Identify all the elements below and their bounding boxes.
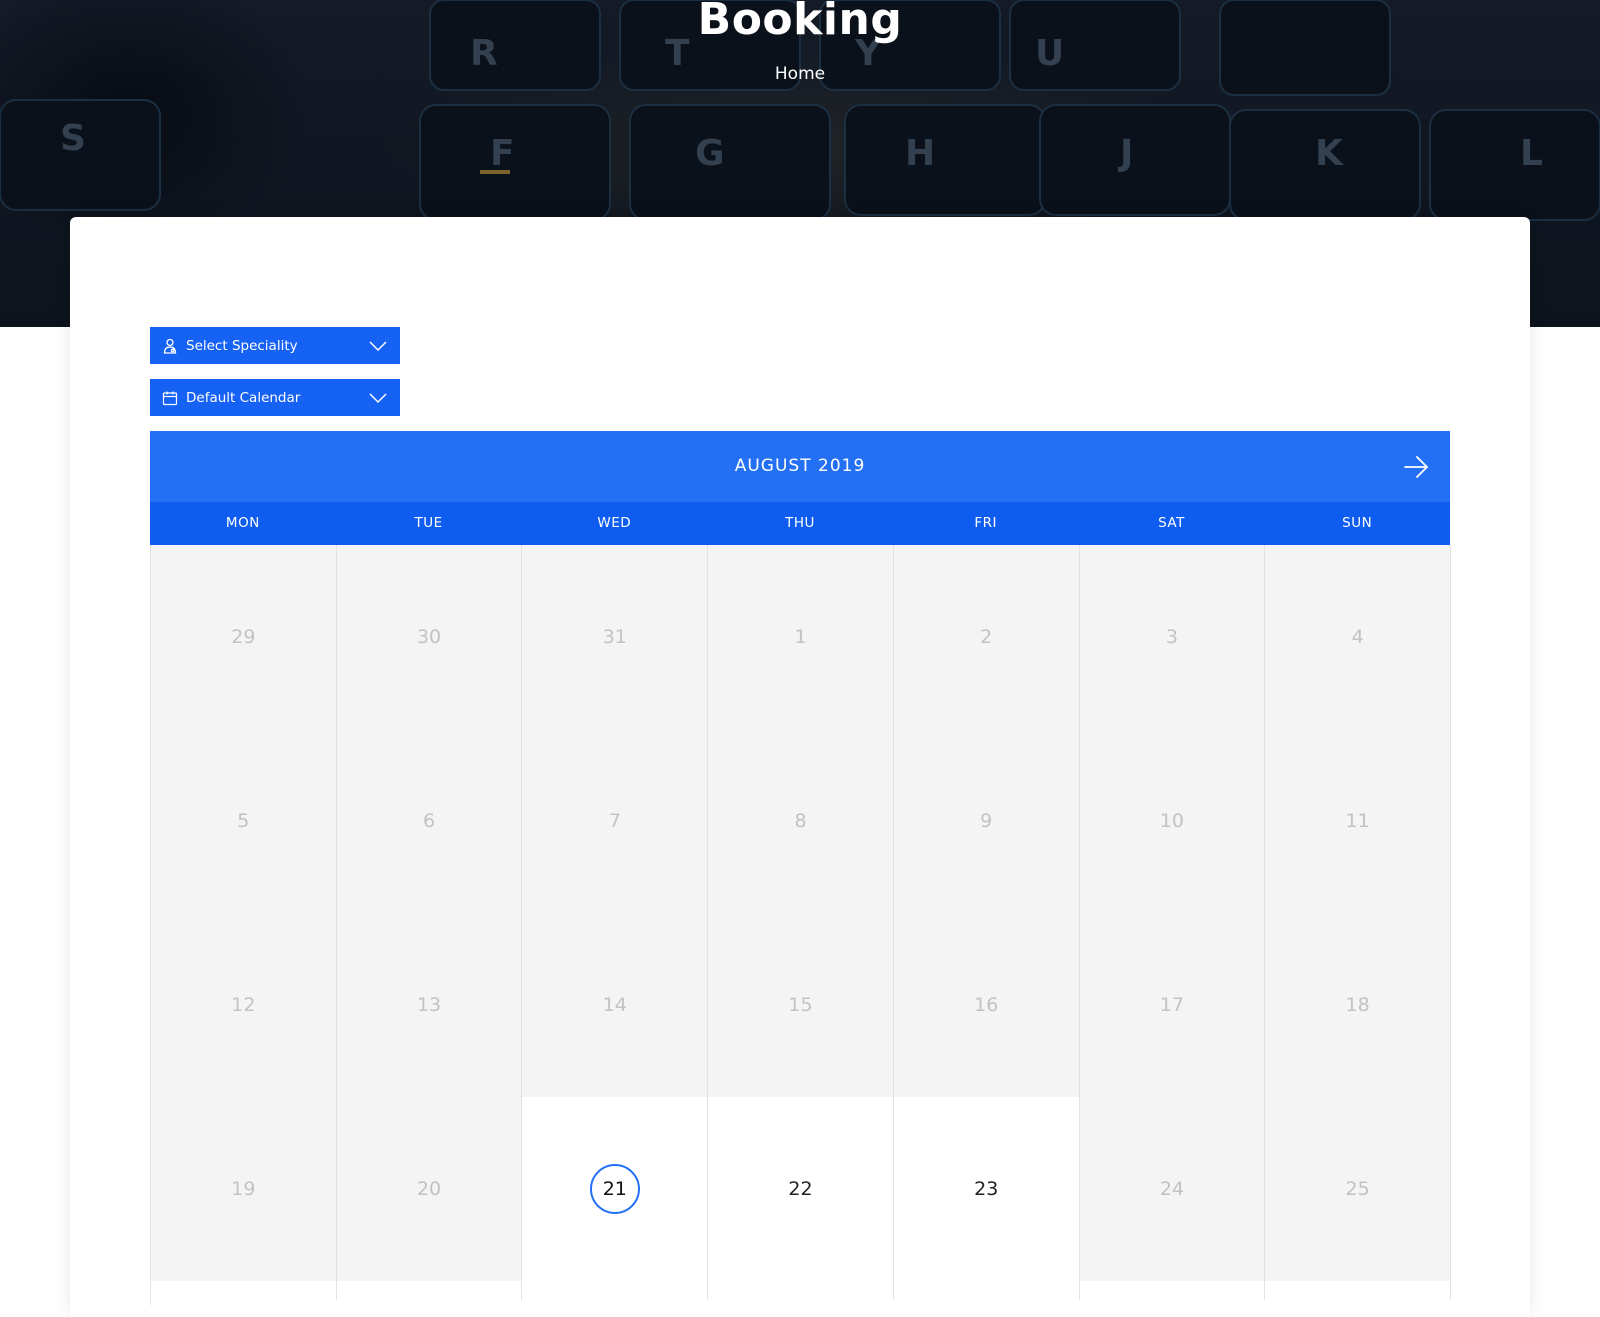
calendar-select[interactable]: Default Calendar (150, 379, 400, 416)
calendar-day-number: 9 (980, 810, 993, 832)
calendar-day-number: 21 (589, 1164, 640, 1214)
calendar-day-cell: 6 (336, 729, 523, 913)
weekday-sat: SAT (1158, 515, 1185, 531)
chevron-down-icon (368, 388, 388, 408)
calendar-day-number: 16 (974, 994, 999, 1016)
calendar-day-cell: 1 (708, 545, 894, 729)
calendar-day-cell: 18 (1265, 913, 1451, 1097)
calendar-day-cell[interactable] (708, 1281, 894, 1300)
calendar-day-cell: 31 (522, 545, 709, 729)
calendar-day-cell: 12 (151, 913, 337, 1097)
calendar-header: AUGUST 2019 (150, 431, 1450, 502)
page-title: Booking (697, 0, 903, 45)
calendar-day-cell: 11 (1265, 729, 1451, 913)
calendar-day-number: 3 (1165, 626, 1178, 648)
calendar-day-cell: 19 (151, 1097, 337, 1281)
calendar-day-number: 18 (1345, 994, 1370, 1016)
calendar-day-cell[interactable]: 23 (893, 1097, 1080, 1281)
weekday-fri: FRI (974, 515, 998, 531)
calendar-next-week-row (150, 1281, 1451, 1300)
calendar-day-number: 10 (1159, 810, 1185, 832)
calendar-day-number: 7 (608, 810, 621, 832)
calendar-day-number: 25 (1345, 1178, 1370, 1200)
calendar-day-number: 12 (231, 994, 256, 1016)
calendar-day-number: 29 (231, 626, 256, 648)
calendar-day-cell: 9 (893, 729, 1080, 913)
weekday-sun: SUN (1342, 515, 1373, 531)
calendar-day-cell: 8 (708, 729, 894, 913)
calendar-day-number: 24 (1159, 1178, 1185, 1200)
chevron-down-icon (368, 336, 388, 356)
calendar-day-cell[interactable] (336, 1281, 523, 1300)
calendar-day-number: 8 (794, 810, 807, 832)
calendar-day-number: 31 (602, 626, 627, 648)
weekday-wed: WED (597, 515, 632, 531)
calendar-day-cell[interactable] (522, 1281, 709, 1300)
weekday-thu: THU (785, 515, 815, 531)
calendar-day-cell: 25 (1265, 1097, 1451, 1281)
calendar-day-cell: 2 (893, 545, 1080, 729)
calendar-day-number: 6 (423, 810, 436, 832)
calendar-day-cell[interactable]: 22 (708, 1097, 894, 1281)
calendar-day-number: 11 (1345, 810, 1370, 832)
weekday-header: MON TUE WED THU FRI SAT SUN (150, 502, 1450, 545)
weekday-mon: MON (225, 515, 260, 531)
calendar-day-cell[interactable] (893, 1281, 1080, 1300)
calendar-day-cell: 14 (522, 913, 709, 1097)
calendar-day-cell: 13 (336, 913, 523, 1097)
calendar-day-cell: 15 (708, 913, 894, 1097)
calendar-select-label: Default Calendar (186, 389, 301, 406)
doctor-icon (162, 338, 178, 354)
calendar-day-cell[interactable] (1079, 1281, 1266, 1300)
calendar-day-cell: 4 (1265, 545, 1451, 729)
calendar-day-cell: 24 (1079, 1097, 1266, 1281)
speciality-select-label: Select Speciality (186, 337, 298, 354)
calendar-day-number: 22 (788, 1178, 813, 1200)
calendar-day-cell[interactable] (151, 1281, 337, 1300)
calendar-day-cell: 7 (522, 729, 709, 913)
speciality-select[interactable]: Select Speciality (150, 327, 400, 364)
calendar-day-cell[interactable] (1265, 1281, 1451, 1300)
calendar-day-cell: 16 (893, 913, 1080, 1097)
calendar-day-selected[interactable]: 21 (522, 1097, 709, 1281)
calendar-day-number: 17 (1159, 994, 1185, 1016)
calendar-day-number: 19 (231, 1178, 256, 1200)
calendar-day-number: 4 (1351, 626, 1364, 648)
calendar-day-cell: 30 (336, 545, 523, 729)
calendar-day-number: 5 (237, 810, 250, 832)
calendar-day-cell: 5 (151, 729, 337, 913)
calendar-day-number: 14 (602, 994, 627, 1016)
calendar-day-cell: 29 (151, 545, 337, 729)
calendar-day-cell: 20 (336, 1097, 523, 1281)
calendar-day-number: 15 (788, 994, 813, 1016)
arrow-right-icon[interactable] (1402, 453, 1430, 481)
calendar-day-number: 1 (794, 626, 807, 648)
calendar-day-cell: 17 (1079, 913, 1266, 1097)
weekday-tue: TUE (414, 515, 443, 531)
calendar-icon (162, 390, 178, 406)
calendar-day-number: 20 (416, 1178, 442, 1200)
calendar-month-label: AUGUST 2019 (734, 456, 866, 476)
breadcrumb-home[interactable]: Home (0, 64, 1600, 84)
calendar-grid: 29 30 31 1 2 3 4 5 6 7 8 9 10 11 12 13 14 15 16 17 18 19 20 21 2… (150, 545, 1451, 1305)
calendar-day-number: 23 (974, 1178, 999, 1200)
calendar-day-cell: 10 (1079, 729, 1266, 913)
calendar-day-number: 13 (416, 994, 442, 1016)
calendar-day-cell: 3 (1079, 545, 1266, 729)
calendar-day-number: 30 (416, 626, 442, 648)
calendar-day-number: 2 (980, 626, 993, 648)
